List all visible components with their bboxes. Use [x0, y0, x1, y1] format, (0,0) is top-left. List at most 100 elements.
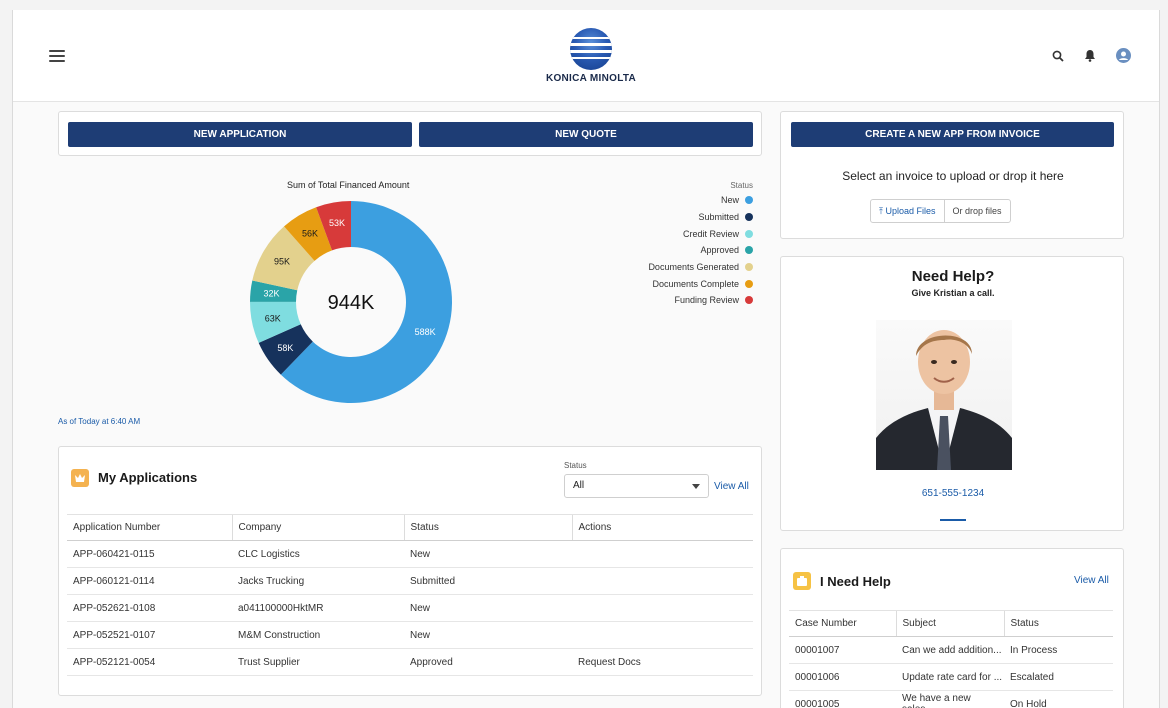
brand-name: KONICA MINOLTA [545, 73, 637, 84]
legend-item[interactable]: New [593, 192, 753, 209]
cases-icon [793, 572, 811, 590]
legend-swatch [745, 229, 753, 238]
slice-data-label: 32K [263, 288, 279, 298]
slice-data-label: 58K [277, 343, 293, 353]
top-header: KONICA MINOLTA [13, 10, 1159, 102]
brand-logo[interactable]: KONICA MINOLTA [541, 28, 641, 84]
create-app-from-invoice-button[interactable]: CREATE A NEW APP FROM INVOICE [791, 122, 1114, 147]
table-row: APP-060121-0114 Jacks Trucking Submitted [67, 567, 753, 595]
search-icon[interactable] [1052, 50, 1064, 62]
status-filter-select[interactable]: All [564, 474, 709, 498]
my-applications-card: My Applications Status All View All Appl… [58, 446, 762, 696]
status-cell: In Process [1004, 636, 1113, 664]
legend-label: Documents Complete [652, 278, 739, 289]
legend-item[interactable]: Documents Complete [593, 275, 753, 292]
request-docs-link[interactable]: Request Docs [572, 648, 753, 676]
status-cell: Approved [404, 648, 572, 676]
company-cell: Jacks Trucking [232, 567, 404, 595]
application-number-link[interactable]: APP-060421-0115 [67, 540, 232, 568]
need-help-subtitle: Give Kristian a call. [911, 288, 995, 298]
column-header[interactable]: Subject [895, 610, 1004, 637]
carousel-indicator[interactable] [940, 519, 966, 521]
legend-item[interactable]: Credit Review [593, 225, 753, 242]
legend-swatch [745, 196, 753, 205]
column-header[interactable]: Application Number [67, 514, 232, 541]
applications-icon [71, 469, 89, 487]
new-quote-button[interactable]: NEW QUOTE [419, 122, 753, 147]
upload-files-label: Upload Files [885, 206, 936, 216]
my-applications-view-all-link[interactable]: View All [714, 481, 749, 492]
application-number-link[interactable]: APP-052521-0107 [67, 621, 232, 649]
user-avatar-icon[interactable] [1116, 48, 1131, 63]
case-number-link[interactable]: 00001006 [789, 663, 896, 691]
upload-files-button[interactable]: ⤒ Upload Files [871, 200, 945, 222]
applications-table: Application Number Company Status Action… [67, 514, 753, 676]
contact-photo [876, 320, 1012, 470]
hamburger-icon[interactable] [49, 50, 65, 62]
application-number-link[interactable]: APP-052121-0054 [67, 648, 232, 676]
legend-label: Documents Generated [648, 262, 739, 273]
donut-center-total: 944K [328, 292, 375, 314]
column-header[interactable]: Case Number [789, 610, 896, 637]
legend-item[interactable]: Documents Generated [593, 259, 753, 276]
legend-swatch [745, 263, 753, 272]
file-dropzone[interactable]: ⤒ Upload Files Or drop files [870, 199, 1011, 223]
action-cell [572, 567, 753, 595]
legend-label: Funding Review [674, 295, 739, 306]
bell-icon[interactable] [1084, 49, 1096, 62]
i-need-help-title: I Need Help [820, 574, 891, 589]
status-cell: New [404, 594, 572, 622]
invoice-upload-card: CREATE A NEW APP FROM INVOICE Select an … [780, 111, 1124, 239]
new-application-button[interactable]: NEW APPLICATION [68, 122, 412, 147]
table-row: 00001006 Update rate card for ... Escala… [789, 663, 1113, 691]
company-cell: CLC Logistics [232, 540, 404, 568]
table-row: APP-060421-0115 CLC Logistics New [67, 540, 753, 568]
legend-label: Approved [700, 245, 739, 256]
application-number-link[interactable]: APP-060121-0114 [67, 567, 232, 595]
action-cell [572, 621, 753, 649]
subject-cell: Can we add addition... [896, 636, 1004, 664]
slice-data-label: 63K [265, 314, 281, 324]
i-need-help-card: I Need Help View All Case Number Subject… [780, 548, 1124, 708]
company-cell: Trust Supplier [232, 648, 404, 676]
status-cell: New [404, 621, 572, 649]
status-cell: On Hold [1004, 690, 1113, 708]
table-row: 00001005 We have a new sales... On Hold [789, 690, 1113, 708]
column-header[interactable]: Actions [571, 514, 753, 541]
legend-label: New [720, 195, 739, 206]
donut-chart: 588K 58K 63K 32K 95K 56K 53K 944K [250, 201, 452, 404]
status-cell: Escalated [1004, 663, 1113, 691]
legend-swatch [745, 246, 753, 255]
status-filter-label: Status [564, 461, 587, 470]
action-cell [572, 594, 753, 622]
chart-legend: Status New Submitted Credit Review Approved… [593, 178, 753, 309]
legend-item[interactable]: Funding Review [593, 292, 753, 309]
table-row: APP-052621-0108 a041100000HktMR New [67, 594, 753, 622]
subject-cell: Update rate card for ... [896, 663, 1004, 691]
slice-data-label: 588K [415, 327, 436, 337]
chevron-down-icon [692, 484, 700, 489]
cases-table: Case Number Subject Status 00001007 Can … [789, 610, 1113, 708]
app-frame: KONICA MINOLTA NEW APPLICATION NEW QUOTE… [12, 10, 1160, 708]
case-number-link[interactable]: 00001005 [789, 690, 896, 708]
legend-swatch [745, 296, 753, 305]
konica-minolta-globe-icon [570, 28, 612, 70]
column-header[interactable]: Status [403, 514, 572, 541]
subject-cell: We have a new sales... [896, 690, 1004, 708]
legend-item[interactable]: Submitted [593, 209, 753, 226]
action-cell [572, 540, 753, 568]
legend-label: Submitted [698, 212, 739, 223]
as-of-timestamp: As of Today at 6:40 AM [58, 417, 141, 426]
column-header[interactable]: Status [1003, 610, 1113, 637]
legend-item[interactable]: Approved [593, 242, 753, 259]
application-number-link[interactable]: APP-052621-0108 [67, 594, 232, 622]
contact-phone-link[interactable]: 651-555-1234 [781, 488, 1125, 499]
upload-icon: ⤒ [879, 206, 883, 216]
legend-title: Status [730, 180, 753, 190]
i-need-help-view-all-link[interactable]: View All [1074, 575, 1109, 586]
status-filter-value: All [573, 480, 585, 491]
case-number-link[interactable]: 00001007 [789, 636, 896, 664]
column-header[interactable]: Company [231, 514, 404, 541]
company-cell: M&M Construction [232, 621, 404, 649]
slice-data-label: 56K [302, 228, 318, 238]
